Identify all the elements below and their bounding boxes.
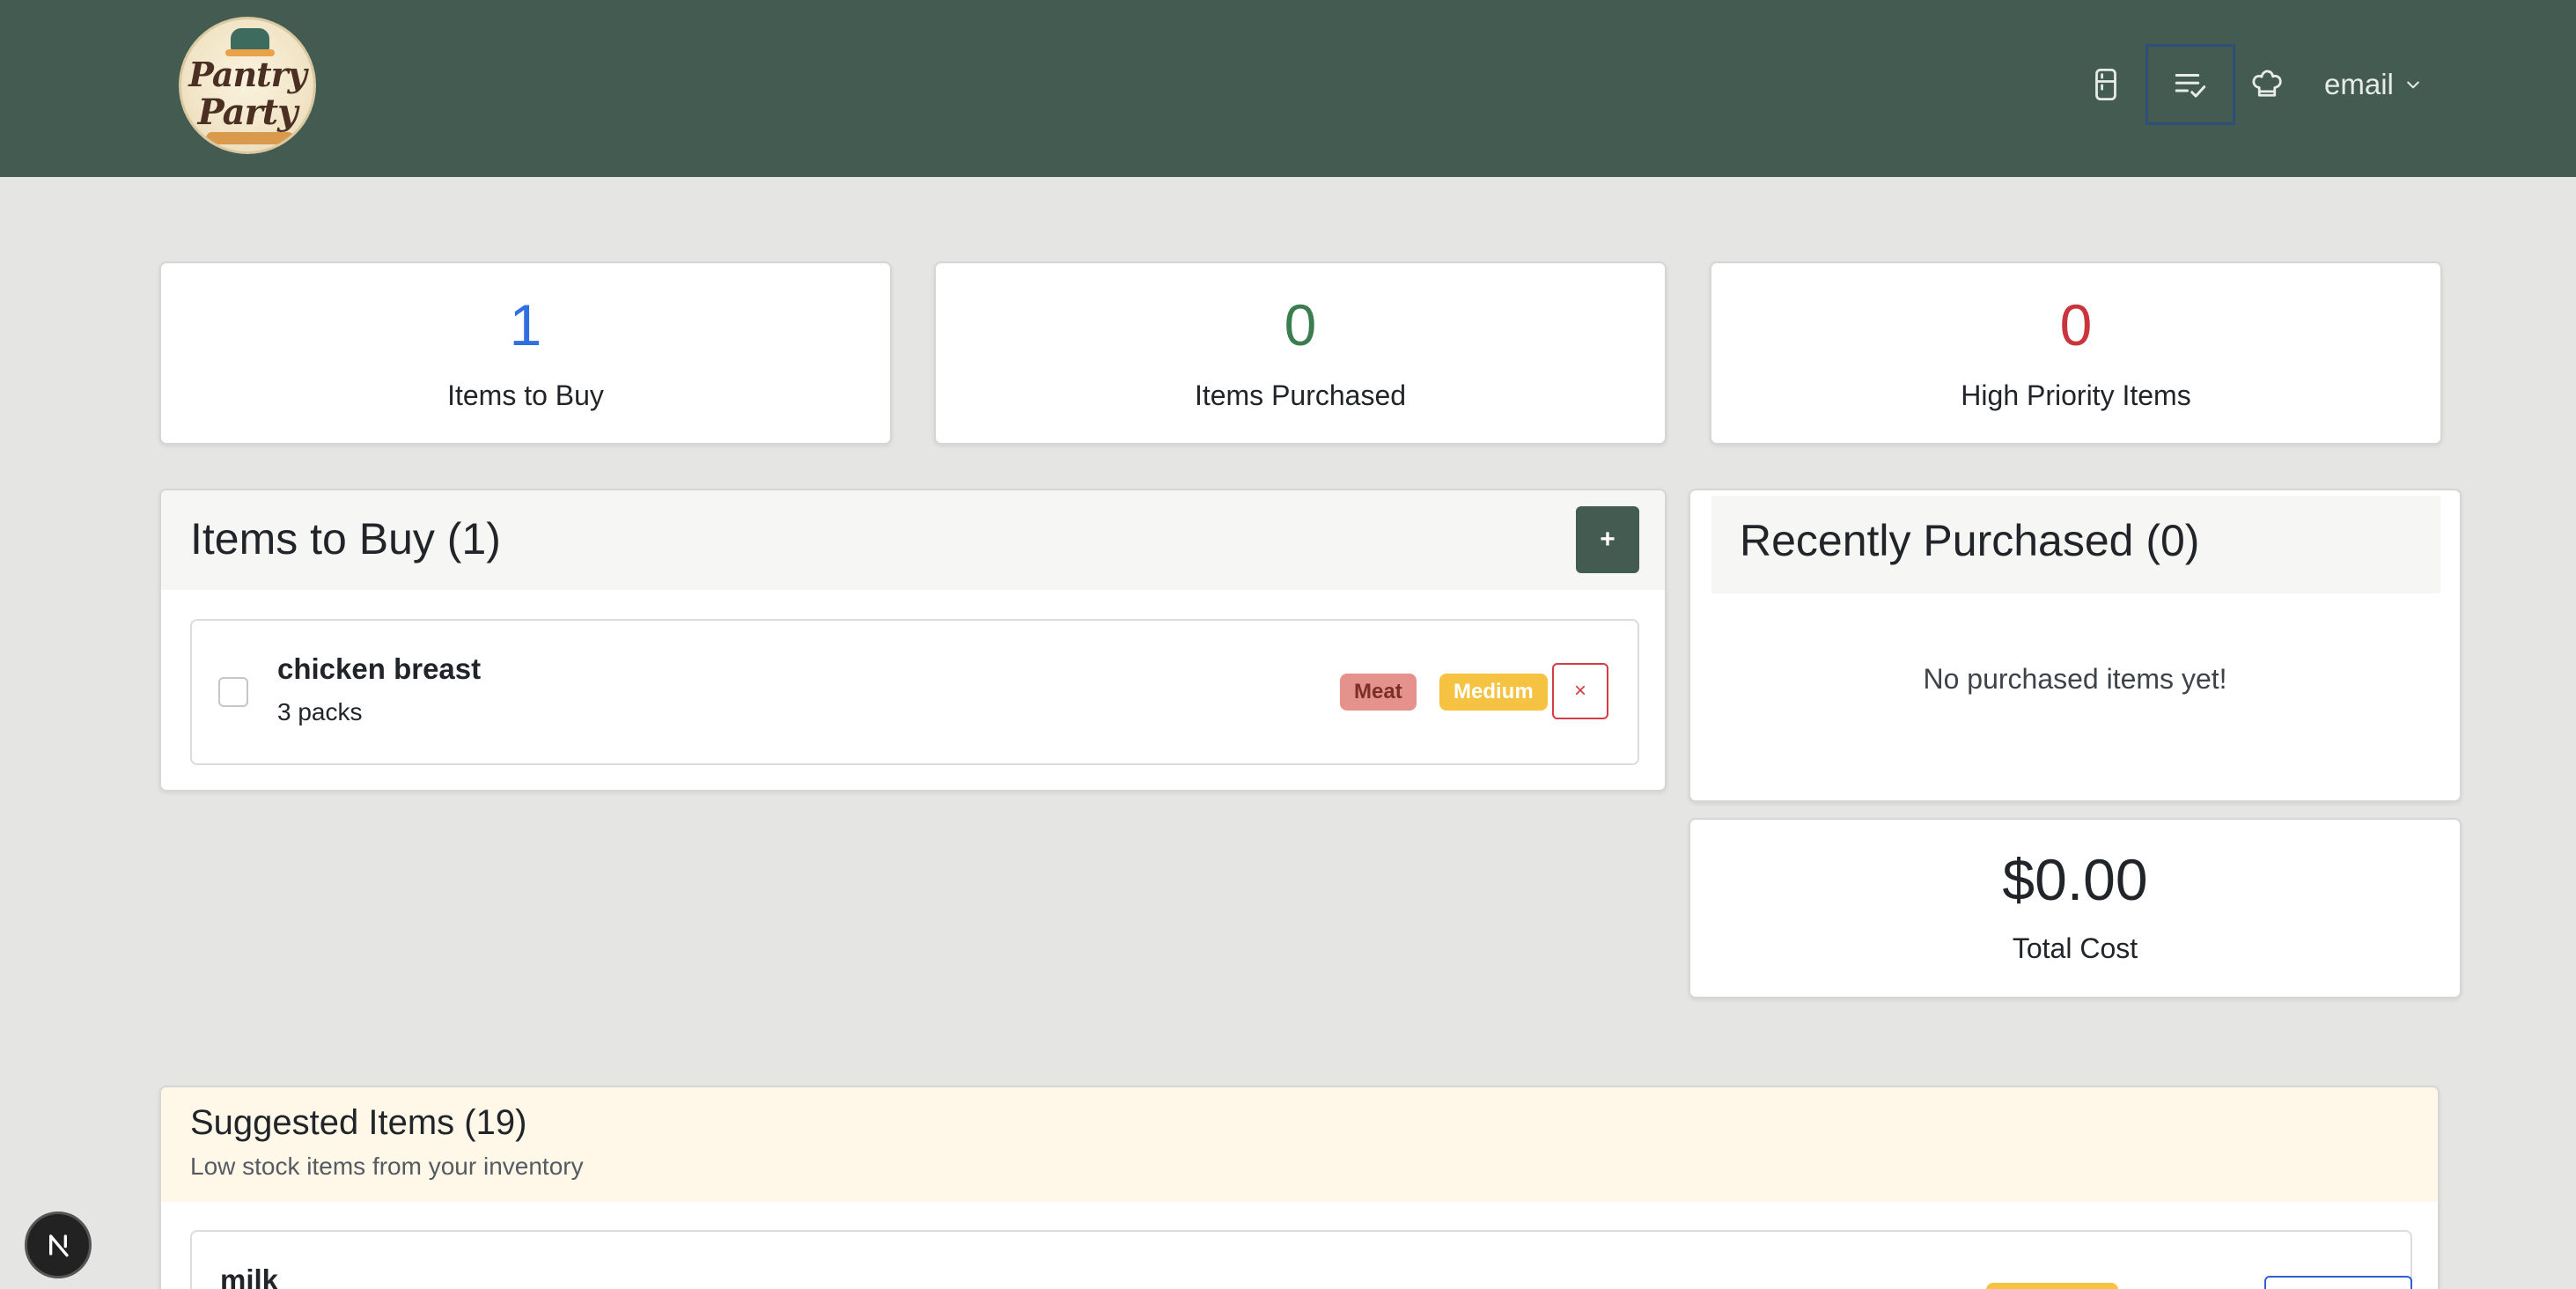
panel-header: Suggested Items (19) Low stock items fro…	[161, 1087, 2438, 1202]
suggested-item: milk	[190, 1230, 2412, 1289]
stat-card-items-purchased: 0 Items Purchased	[934, 261, 1667, 445]
stat-label: Items to Buy	[447, 379, 604, 411]
priority-badge: Medium	[1439, 674, 1548, 711]
logo-word-2: Party	[197, 92, 298, 133]
panel-title: Suggested Items (19)	[190, 1103, 527, 1142]
item-name: chicken breast	[277, 652, 482, 685]
pantry-party-logo[interactable]: Pantry Party	[179, 17, 316, 154]
checklist-icon	[2175, 74, 2206, 98]
logo-word-1: Pantry	[188, 55, 306, 94]
total-cost-card: $0.00 Total Cost	[1689, 818, 2462, 998]
panel-header: Recently Purchased (0)	[1711, 496, 2440, 593]
panel-title: Items to Buy (1)	[190, 514, 501, 563]
suggested-items-panel: Suggested Items (19) Low stock items fro…	[159, 1086, 2440, 1289]
stat-card-items-to-buy: 1 Items to Buy	[159, 261, 892, 445]
panel-header: Items to Buy (1) +	[161, 490, 1665, 590]
item-name: milk	[220, 1263, 279, 1289]
stat-card-high-priority: 0 High Priority Items	[1710, 261, 2442, 445]
add-suggested-item-button[interactable]	[2264, 1276, 2412, 1289]
top-navbar: Pantry Party email	[0, 0, 2576, 177]
stat-value: 1	[509, 292, 542, 357]
user-menu-dropdown[interactable]: email	[2324, 65, 2422, 104]
nav-shopping-list-link[interactable]	[2145, 44, 2235, 125]
stat-label: High Priority Items	[1961, 379, 2191, 411]
empty-state-message: No purchased items yet!	[1923, 663, 2227, 695]
recently-purchased-panel: Recently Purchased (0) No purchased item…	[1689, 489, 2462, 802]
item-quantity: 3 packs	[277, 698, 363, 726]
dev-tools-button[interactable]	[25, 1212, 92, 1278]
chef-hat-icon	[2252, 70, 2282, 97]
stat-value: 0	[1284, 292, 1317, 357]
stat-value: 0	[2059, 292, 2093, 357]
user-menu-label: email	[2324, 68, 2394, 100]
category-badge: Meat	[1340, 674, 1417, 711]
items-to-buy-panel: Items to Buy (1) + chicken breast 3 pack…	[159, 489, 1667, 792]
remove-item-button[interactable]: ×	[1552, 663, 1608, 719]
chevron-down-icon	[2407, 81, 2419, 89]
panel-subtitle: Low stock items from your inventory	[190, 1153, 584, 1180]
logo-hat-shape	[231, 28, 269, 51]
item-purchased-checkbox[interactable]	[218, 677, 248, 707]
shopping-list-item: chicken breast 3 packs Meat Medium ×	[190, 619, 1639, 765]
total-cost-label: Total Cost	[2012, 932, 2138, 964]
fridge-icon	[2095, 68, 2116, 101]
nav-recipes-link[interactable]	[2232, 49, 2302, 120]
logo-base-shape	[206, 132, 294, 144]
panel-title: Recently Purchased (0)	[1740, 516, 2200, 565]
stat-label: Items Purchased	[1194, 379, 1407, 411]
total-cost-value: $0.00	[2002, 847, 2148, 912]
nav-pantry-link[interactable]	[2071, 49, 2141, 120]
add-item-button[interactable]: +	[1576, 506, 1639, 573]
priority-badge	[1986, 1283, 2118, 1289]
nextjs-logo-icon	[49, 1234, 69, 1257]
